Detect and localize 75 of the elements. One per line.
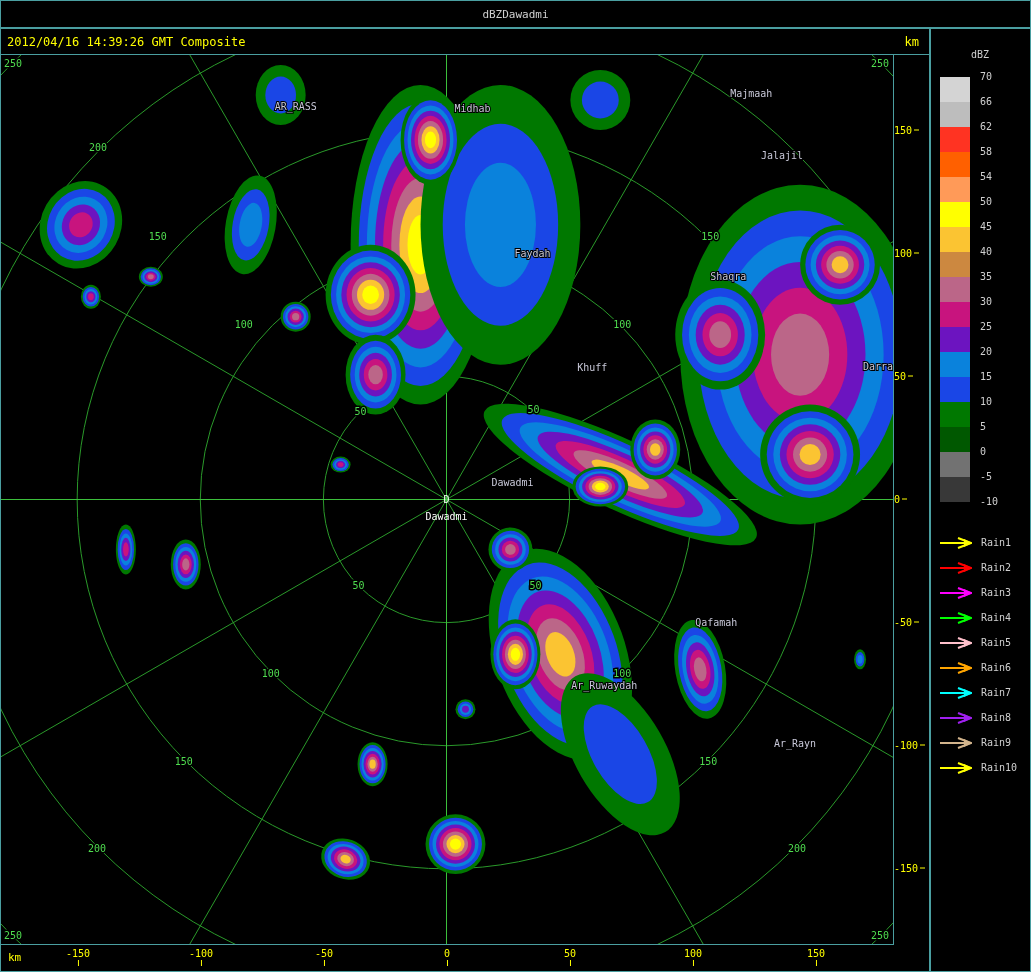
- track-label: Rain8: [981, 712, 1012, 723]
- axis-tick-label: -50: [314, 948, 334, 966]
- scale-label: -10: [980, 495, 999, 509]
- range-label: 100: [234, 318, 253, 330]
- place-label: Khuff: [577, 361, 608, 373]
- place-label: Dawadmi: [491, 476, 534, 488]
- place-label: Midhab: [454, 102, 491, 114]
- range-label: 250: [871, 930, 889, 941]
- scale-label: 10: [980, 395, 994, 409]
- scale-label: 54: [980, 170, 994, 184]
- place-label: Faydah: [514, 247, 551, 259]
- axis-tick-label: 0: [894, 493, 908, 505]
- range-label: 100: [613, 318, 632, 330]
- timestamp-label: 2012/04/16 14:39:26 GMT Composite: [7, 34, 246, 49]
- axis-unit: km: [904, 34, 919, 49]
- axis-unit: km: [8, 951, 22, 964]
- scale-label: 30: [980, 295, 994, 309]
- legend-title: dBZ: [971, 49, 990, 60]
- track-label: Rain3: [981, 587, 1012, 598]
- range-label: 50: [354, 405, 367, 417]
- axis-tick-label: -50: [894, 616, 920, 628]
- range-label: 150: [701, 230, 720, 242]
- range-label: 200: [87, 843, 106, 855]
- place-label: Ar_Ruwaydah: [571, 680, 638, 692]
- range-label: 50: [352, 580, 365, 592]
- scale-label: 66: [980, 95, 994, 109]
- range-label: 200: [88, 141, 107, 153]
- range-label: 150: [148, 230, 167, 242]
- scale-label: 0: [980, 445, 988, 459]
- scale-label: -5: [980, 470, 994, 484]
- range-label: 250: [4, 930, 22, 941]
- range-label: 50: [529, 580, 542, 592]
- range-label: 50: [527, 403, 540, 415]
- range-label: 150: [699, 756, 718, 768]
- place-label: Majmaah: [730, 87, 773, 99]
- scale-label: 58: [980, 145, 994, 159]
- place-label: Qafamah: [695, 617, 738, 629]
- range-label: 150: [174, 756, 193, 768]
- axis-tick-label: -100: [894, 739, 926, 751]
- axis-tick-label: 50: [894, 370, 914, 382]
- scale-label: 40: [980, 245, 994, 259]
- window-title: dBZDawadmi: [1, 1, 1030, 29]
- axis-tick-label: 100: [894, 247, 920, 259]
- track-label: Rain10: [981, 762, 1018, 773]
- track-label: Rain5: [981, 637, 1012, 648]
- axis-tick-label: 150: [894, 124, 920, 136]
- range-label: 250: [4, 58, 22, 69]
- axis-tick-label: 0: [444, 948, 450, 966]
- axis-tick-label: 50: [564, 948, 576, 966]
- axis-tick-label: 150: [806, 948, 826, 966]
- scale-label: 5: [980, 420, 988, 434]
- scale-label: 20: [980, 345, 994, 359]
- scale-label: 50: [980, 195, 994, 209]
- track-label: Rain2: [981, 562, 1012, 573]
- track-label: Rain1: [981, 537, 1012, 548]
- scale-label: 25: [980, 320, 994, 334]
- range-label: 100: [261, 668, 280, 680]
- track-label: Rain6: [981, 662, 1012, 673]
- track-label: Rain4: [981, 612, 1012, 623]
- track-label: Rain7: [981, 687, 1012, 698]
- site-marker: D: [443, 493, 450, 505]
- scale-label: 62: [980, 120, 994, 134]
- axis-tick-label: -150: [894, 862, 926, 874]
- scale-label: 35: [980, 270, 994, 284]
- track-label: Rain9: [981, 737, 1012, 748]
- axis-tick-label: 100: [683, 948, 703, 966]
- axis-tick-label: -150: [65, 948, 91, 966]
- place-label: Ar_Rayn: [774, 738, 817, 750]
- axis-tick-label: -100: [188, 948, 214, 966]
- place-label: Jalajil: [761, 149, 804, 161]
- scale-label: 45: [980, 220, 994, 234]
- scale-label: 15: [980, 370, 994, 384]
- scale-label: 70: [980, 70, 994, 84]
- range-label: 250: [871, 58, 889, 69]
- range-label: 200: [788, 843, 807, 855]
